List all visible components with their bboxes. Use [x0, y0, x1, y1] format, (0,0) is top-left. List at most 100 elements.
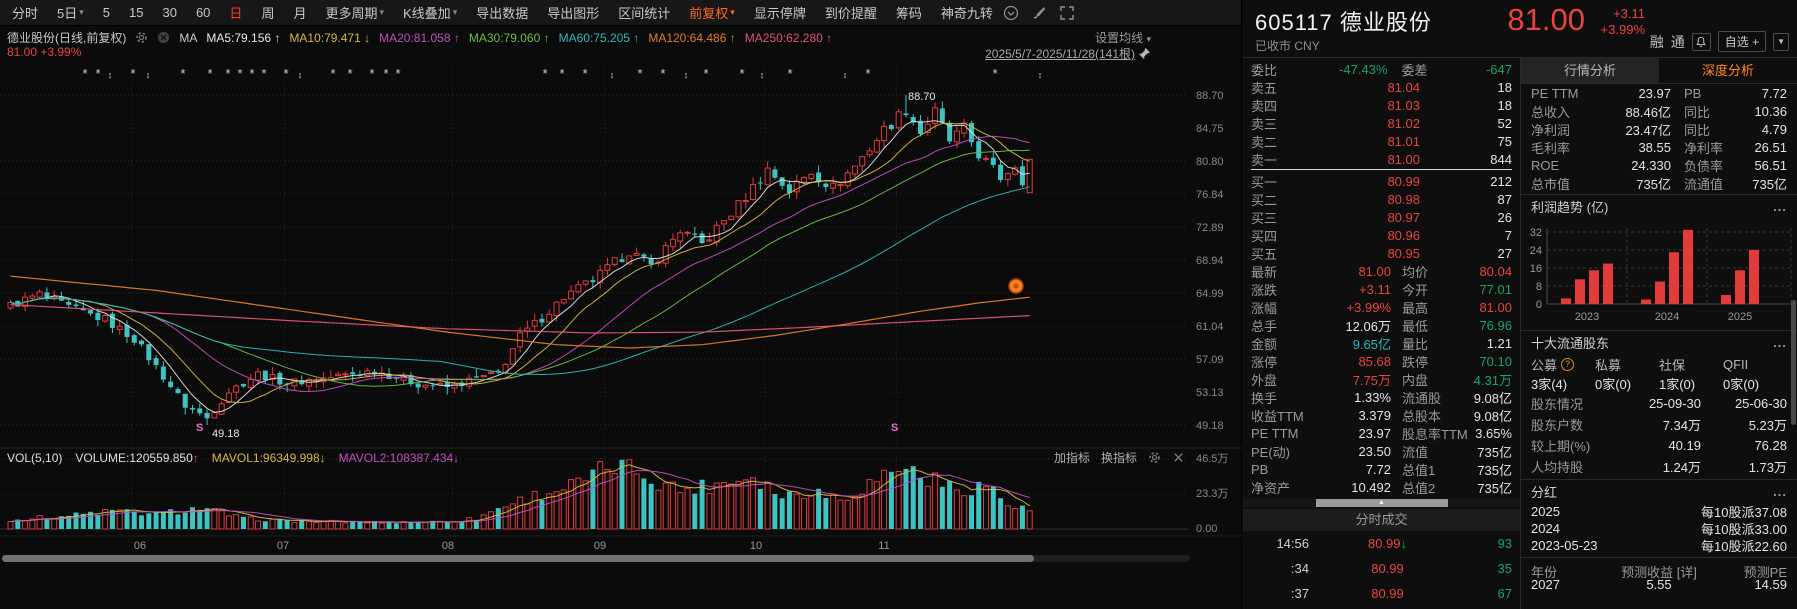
connect-button[interactable]: 通 [1671, 32, 1685, 52]
buy-level-row[interactable]: 买三 80.97 26 [1251, 208, 1512, 226]
ma-indicator-bar: 德业股份(日线,前复权) MA MA5:79.156 ↑ MA10:79.471… [7, 29, 832, 46]
svg-text:↕: ↕ [146, 70, 151, 80]
buy-volume: 87 [1420, 192, 1512, 207]
help-icon[interactable]: ? [1561, 358, 1574, 371]
buy-level-row[interactable]: 买二 80.98 87 [1251, 190, 1512, 208]
chevron-down-icon: ▾ [79, 7, 84, 18]
toolbar-item[interactable]: 区间统计▾ [618, 3, 670, 22]
sell-price: 81.02 [1313, 116, 1420, 131]
buy-level-row[interactable]: 买四 80.96 7 [1251, 226, 1512, 244]
more-menu-icon[interactable]: ... [1773, 199, 1787, 214]
toolbar-item[interactable]: 60▾ [196, 5, 210, 20]
svg-text:*: * [383, 66, 388, 81]
history-circle-icon[interactable] [1003, 5, 1019, 21]
gear-icon[interactable] [1148, 451, 1161, 464]
analysis-tab[interactable]: 深度分析 [1659, 58, 1797, 83]
toolbar-item[interactable]: 30▾ [162, 5, 176, 20]
more-menu-icon[interactable]: ... [1773, 335, 1787, 350]
toolbar-item[interactable]: 15▾ [129, 5, 143, 20]
buy-volume: 212 [1420, 174, 1512, 189]
svg-text:*: * [237, 66, 242, 81]
buy-level-row[interactable]: 买一 80.99 212 [1251, 172, 1512, 190]
toolbar-item[interactable]: 神奇九转▾ [941, 3, 993, 22]
quote-details: 最新 81.00 均价 80.04 涨跌 +3.11 今开 77.01 [1251, 262, 1512, 496]
trend-arrow-icon: ↑ [274, 31, 280, 45]
more-menu-icon[interactable]: ... [1773, 484, 1787, 499]
toolbar-item[interactable]: 到价提醒▾ [825, 3, 877, 22]
add-indicator-link[interactable]: 加指标 [1054, 449, 1090, 466]
ma-value: MA10:79.471 ↓ [289, 31, 370, 45]
holder-type-columns: 公募? 3家(4) 私募? 0家(0) 社保? 1家(0) [1521, 354, 1797, 393]
expand-icon[interactable] [1059, 5, 1075, 21]
sell-level-row[interactable]: 卖一 81.00 844 [1251, 150, 1512, 168]
svg-text:72.89: 72.89 [1196, 222, 1224, 234]
analysis-tab[interactable]: 行情分析 [1521, 58, 1659, 83]
pin-icon[interactable] [1138, 47, 1151, 60]
ma-value: MA120:64.486 ↑ [648, 31, 735, 45]
toolbar-item[interactable]: 月▾ [293, 3, 306, 22]
toolbar-item[interactable]: K线叠加▾ [403, 3, 457, 22]
toolbar-item[interactable]: 日▾ [229, 3, 242, 22]
toolbar-item[interactable]: 导出数据▾ [476, 3, 528, 22]
scrollbar-thumb[interactable] [2, 555, 1034, 562]
sell-level-row[interactable]: 卖三 81.02 52 [1251, 114, 1512, 132]
brush-icon[interactable] [1031, 5, 1047, 21]
svg-text:*: * [207, 66, 212, 81]
svg-text:32: 32 [1530, 227, 1542, 239]
switch-indicator-link[interactable]: 换指标 [1101, 449, 1137, 466]
profit-trend-chart: 32241680202320242025 [1521, 218, 1797, 328]
tick-trades: 14:56 80.99↓ 93 :34 80.99 35 :37 [1251, 531, 1512, 606]
candlestick-chart[interactable]: 88.7084.7580.8076.8472.8968.9464.9961.04… [0, 0, 1242, 609]
toolbar-item[interactable]: 周▾ [261, 3, 274, 22]
tick-trade-row: 14:56 80.99↓ 93 [1251, 531, 1512, 556]
svg-text:*: * [992, 66, 997, 81]
quote-detail-row: 涨幅 +3.99% 最高 81.00 [1251, 298, 1512, 316]
ma-value: MA20:81.058 ↑ [379, 31, 460, 45]
svg-text:46.5万: 46.5万 [1196, 453, 1228, 465]
toolbar-item[interactable]: 前复权▾ [689, 3, 735, 22]
forecast-row: 20275.5514.59 [1521, 577, 1797, 595]
ma-settings-link[interactable]: 设置均线 ▾ [1095, 29, 1151, 46]
panel-vertical-scrollbar[interactable] [1791, 300, 1796, 425]
volume-tools: 加指标 换指标 [1054, 449, 1185, 466]
toolbar-item[interactable]: 5日▾ [57, 3, 84, 22]
date-range-row: 2025/5/7-2025/11/28(141根) [985, 45, 1151, 62]
chart-horizontal-scrollbar[interactable] [2, 555, 1190, 562]
bid-ask-divider [1251, 169, 1512, 170]
holder-stat-row: 人均持股 1.24万 1.73万 [1521, 456, 1797, 477]
sell-volume: 18 [1420, 80, 1512, 95]
dividend-row: 2024每10股派33.00 [1521, 520, 1797, 537]
svg-text:0: 0 [1536, 299, 1542, 311]
svg-text:↕: ↕ [1038, 70, 1043, 80]
forecast-header: 年份 预测收益 [详] 预测PE [1521, 557, 1797, 577]
quote-detail-row: 换手 1.33% 流通股 9.08亿 [1251, 388, 1512, 406]
buy-volume: 7 [1420, 228, 1512, 243]
margin-button[interactable]: 融 [1650, 32, 1664, 52]
collapse-handle[interactable]: ▲ [1243, 499, 1520, 507]
alert-bell-button[interactable] [1692, 33, 1711, 51]
add-watchlist-button[interactable]: 自选 + [1718, 31, 1766, 52]
date-range-label[interactable]: 2025/5/7-2025/11/28(141根) [985, 45, 1135, 62]
watchlist-dropdown-button[interactable]: ▼ [1773, 33, 1789, 51]
buy-price: 80.98 [1313, 192, 1420, 207]
quote-body: 委比 -47.43% 委差 -647 卖五 81.04 18 [1243, 58, 1797, 609]
svg-text:*: * [180, 66, 185, 81]
profit-trend-header: 利润趋势 (亿) ... [1521, 194, 1797, 218]
close-icon[interactable] [157, 31, 170, 44]
gear-icon[interactable] [135, 31, 148, 44]
sell-level-row[interactable]: 卖四 81.03 18 [1251, 96, 1512, 114]
sell-level-row[interactable]: 卖二 81.01 75 [1251, 132, 1512, 150]
toolbar-item[interactable]: 导出图形▾ [547, 3, 599, 22]
tick-trades-header[interactable]: 分时成交 [1243, 509, 1520, 531]
toolbar-item[interactable]: 显示停牌▾ [754, 3, 806, 22]
buy-level-row[interactable]: 买五 80.95 27 [1251, 244, 1512, 262]
sell-level-row[interactable]: 卖五 81.04 18 [1251, 78, 1512, 96]
top-holders-header: 十大流通股东 ... [1521, 330, 1797, 354]
collapse-arrow-icon[interactable]: ▲ [1316, 499, 1448, 507]
toolbar-item[interactable]: 5▾ [103, 5, 110, 20]
toolbar-item[interactable]: 筹码▾ [896, 3, 922, 22]
close-icon[interactable] [1172, 451, 1185, 464]
toolbar-item[interactable]: 更多周期▾ [325, 3, 384, 22]
toolbar-item[interactable]: 分时▾ [12, 3, 38, 22]
dividend-header: 分红 ... [1521, 479, 1797, 503]
